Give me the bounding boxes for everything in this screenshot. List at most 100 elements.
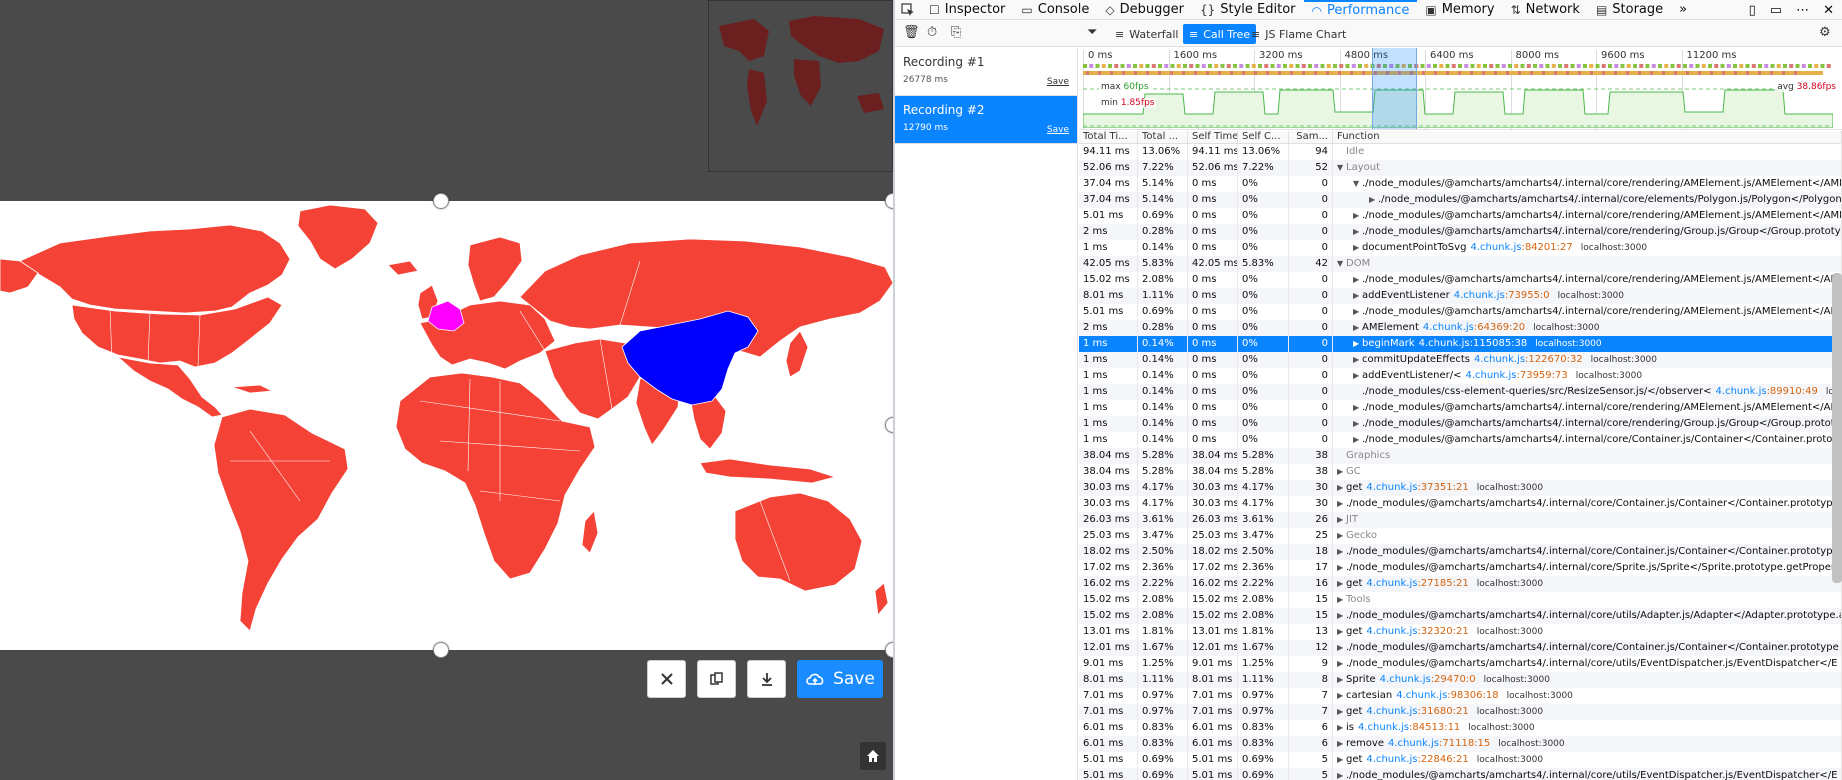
- function-url[interactable]: 4.chunk.js: [1366, 626, 1417, 637]
- tree-twisty-icon[interactable]: ▶: [1337, 560, 1346, 576]
- column-header[interactable]: Total ...: [1138, 131, 1188, 143]
- column-header[interactable]: Self C...: [1238, 131, 1289, 143]
- function-url[interactable]: 4.chunk.js: [1716, 386, 1767, 397]
- tree-twisty-icon[interactable]: ▶: [1337, 672, 1346, 688]
- table-row[interactable]: 16.02 ms 2.22% 16.02 ms 2.22% 16 ▶ get 4.chunk.…: [1079, 576, 1842, 592]
- table-row[interactable]: 42.05 ms 5.83% 42.05 ms 5.83% 42 ▼ DOM: [1079, 256, 1842, 272]
- recording-item[interactable]: Recording #1 26778 ms Save: [895, 48, 1077, 96]
- table-row[interactable]: 52.06 ms 7.22% 52.06 ms 7.22% 52 ▼ Layout: [1079, 160, 1842, 176]
- function-url[interactable]: 4.chunk.js: [1465, 370, 1516, 381]
- tab-inspector[interactable]: ☐ Inspector: [921, 0, 1013, 20]
- tree-twisty-icon[interactable]: ▶: [1353, 368, 1362, 384]
- table-row[interactable]: 15.02 ms 2.08% 15.02 ms 2.08% 15 ▶ ./node_modu…: [1079, 608, 1842, 624]
- tree-twisty-icon[interactable]: ▶: [1337, 608, 1346, 624]
- resize-handle-top[interactable]: [433, 193, 449, 209]
- tree-twisty-icon[interactable]: ▶: [1337, 480, 1346, 496]
- table-row[interactable]: 1 ms 0.14% 0 ms 0% 0 ▶ commitUpdateEffects 4.ch…: [1079, 352, 1842, 368]
- view-waterfall[interactable]: ≡ Waterfall: [1109, 24, 1184, 44]
- minimap[interactable]: [708, 0, 893, 172]
- recording-save-link[interactable]: Save: [1047, 77, 1069, 87]
- tree-twisty-icon[interactable]: ▶: [1337, 592, 1346, 608]
- table-row[interactable]: 30.03 ms 4.17% 30.03 ms 4.17% 30 ▶ get 4.chunk.…: [1079, 480, 1842, 496]
- save-button[interactable]: Save: [797, 660, 883, 698]
- indonesia[interactable]: [699, 458, 837, 484]
- table-row[interactable]: 94.11 ms 13.06% 94.11 ms 13.06% 94 Idle: [1079, 144, 1842, 160]
- iceland[interactable]: [387, 260, 419, 276]
- table-row[interactable]: 1 ms 0.14% 0 ms 0% 0 ▶ ./node_modules/@amchart…: [1079, 416, 1842, 432]
- close-button[interactable]: [647, 660, 686, 698]
- table-row[interactable]: 2 ms 0.28% 0 ms 0% 0 ▶ ./node_modules/@amchart…: [1079, 224, 1842, 240]
- caribbean[interactable]: [231, 384, 274, 394]
- function-url[interactable]: 4.chunk.js: [1419, 338, 1470, 349]
- tree-twisty-icon[interactable]: ▶: [1337, 624, 1346, 640]
- tree-twisty-icon[interactable]: ▶: [1337, 528, 1346, 544]
- function-url[interactable]: 4.chunk.js: [1366, 706, 1417, 717]
- function-url[interactable]: 4.chunk.js: [1474, 354, 1525, 365]
- table-row[interactable]: 1 ms 0.14% 0 ms 0% 0 ▶ beginMark 4.chunk.js:115…: [1079, 336, 1842, 352]
- australia[interactable]: [734, 492, 863, 592]
- table-row[interactable]: 15.02 ms 2.08% 0 ms 0% 0 ▶ ./node_modules/@amc…: [1079, 272, 1842, 288]
- tab-console[interactable]: ▭ Console: [1013, 0, 1097, 20]
- table-row[interactable]: 6.01 ms 0.83% 6.01 ms 0.83% 6 ▶ remove 4.chunk.…: [1079, 736, 1842, 752]
- download-button[interactable]: [747, 660, 786, 698]
- tree-twisty-icon[interactable]: ▶: [1337, 752, 1346, 768]
- tab-performance[interactable]: ◠ Performance: [1303, 0, 1418, 20]
- tree-twisty-icon[interactable]: ▶: [1337, 512, 1346, 528]
- import-icon[interactable]: ⎘: [951, 25, 961, 40]
- timeline-overview[interactable]: 0 ms 1600 ms 3200 ms 4800 ms 6400 ms 8000 ms 9…: [1079, 48, 1842, 130]
- table-row[interactable]: 13.01 ms 1.81% 13.01 ms 1.81% 13 ▶ get 4.chunk.…: [1079, 624, 1842, 640]
- table-row[interactable]: 38.04 ms 5.28% 38.04 ms 5.28% 38 Graphics: [1079, 448, 1842, 464]
- table-row[interactable]: 5.01 ms 0.69% 5.01 ms 0.69% 5 ▶ ./node_modules…: [1079, 768, 1842, 780]
- call-tree-scrollbar[interactable]: [1832, 273, 1842, 583]
- table-row[interactable]: 7.01 ms 0.97% 7.01 ms 0.97% 7 ▶ cartesian 4.chu…: [1079, 688, 1842, 704]
- function-url[interactable]: 4.chunk.js: [1470, 242, 1521, 253]
- function-url[interactable]: 4.chunk.js: [1358, 722, 1409, 733]
- table-row[interactable]: 37.04 ms 5.14% 0 ms 0% 0 ▶ ./node_modules/@amc…: [1079, 192, 1842, 208]
- tree-twisty-icon[interactable]: ▶: [1353, 208, 1362, 224]
- tree-twisty-icon[interactable]: ▶: [1353, 224, 1362, 240]
- tree-twisty-icon[interactable]: ▶: [1353, 400, 1362, 416]
- function-url[interactable]: 4.chunk.js: [1380, 674, 1431, 685]
- function-url[interactable]: 4.chunk.js: [1454, 290, 1505, 301]
- function-url[interactable]: 4.chunk.js: [1423, 322, 1474, 333]
- table-row[interactable]: 25.03 ms 3.47% 25.03 ms 3.47% 25 ▶ Gecko: [1079, 528, 1842, 544]
- tab-memory[interactable]: ▣ Memory: [1417, 0, 1502, 20]
- south-america[interactable]: [213, 408, 349, 632]
- canada[interactable]: [19, 224, 291, 314]
- world-map[interactable]: [0, 201, 893, 650]
- tree-twisty-icon[interactable]: ▼: [1337, 256, 1346, 272]
- function-url[interactable]: 4.chunk.js: [1366, 578, 1417, 589]
- column-header[interactable]: Function: [1333, 131, 1842, 143]
- japan[interactable]: [785, 330, 809, 378]
- more-tabs-button[interactable]: »: [1671, 0, 1695, 20]
- table-row[interactable]: 7.01 ms 0.97% 7.01 ms 0.97% 7 ▶ get 4.chunk.js:…: [1079, 704, 1842, 720]
- function-url[interactable]: 4.chunk.js: [1366, 482, 1417, 493]
- tree-twisty-icon[interactable]: ▶: [1353, 416, 1362, 432]
- table-row[interactable]: 2 ms 0.28% 0 ms 0% 0 ▶ AMElement 4.chunk.js:643…: [1079, 320, 1842, 336]
- function-url[interactable]: 4.chunk.js: [1396, 690, 1447, 701]
- view-js-flame-chart[interactable]: ≡ JS Flame Chart: [1245, 24, 1352, 44]
- tree-twisty-icon[interactable]: ▶: [1337, 768, 1346, 780]
- table-row[interactable]: 17.02 ms 2.36% 17.02 ms 2.36% 17 ▶ ./node_modu…: [1079, 560, 1842, 576]
- tab-network[interactable]: ⇅ Network: [1503, 0, 1588, 20]
- meatball-menu-icon[interactable]: ⋯: [1796, 3, 1809, 18]
- tab-style-editor[interactable]: {} Style Editor: [1192, 0, 1304, 20]
- tree-twisty-icon[interactable]: ▶: [1337, 720, 1346, 736]
- table-row[interactable]: 1 ms 0.14% 0 ms 0% 0 ./node_modules/css-eleme…: [1079, 384, 1842, 400]
- table-row[interactable]: 5.01 ms 0.69% 5.01 ms 0.69% 5 ▶ get 4.chunk.js:…: [1079, 752, 1842, 768]
- tree-twisty-icon[interactable]: ▶: [1337, 576, 1346, 592]
- mexico[interactable]: [116, 356, 223, 418]
- map-canvas[interactable]: [0, 201, 893, 650]
- trash-icon[interactable]: 🗑: [903, 25, 920, 40]
- function-url[interactable]: 4.chunk.js: [1388, 738, 1439, 749]
- tree-twisty-icon[interactable]: ▶: [1337, 640, 1346, 656]
- resize-handle-bottom[interactable]: [433, 642, 449, 658]
- table-row[interactable]: 8.01 ms 1.11% 0 ms 0% 0 ▶ addEventListener 4.ch…: [1079, 288, 1842, 304]
- home-button[interactable]: [860, 742, 886, 770]
- tree-twisty-icon[interactable]: ▶: [1337, 496, 1346, 512]
- recording-item[interactable]: Recording #2 12790 ms Save: [895, 96, 1077, 144]
- gear-icon[interactable]: ⚙: [1819, 25, 1831, 40]
- table-row[interactable]: 1 ms 0.14% 0 ms 0% 0 ▶ ./node_modules/@amchart…: [1079, 400, 1842, 416]
- table-row[interactable]: 1 ms 0.14% 0 ms 0% 0 ▶ ./node_modules/@amchart…: [1079, 432, 1842, 448]
- tree-twisty-icon[interactable]: ▶: [1337, 656, 1346, 672]
